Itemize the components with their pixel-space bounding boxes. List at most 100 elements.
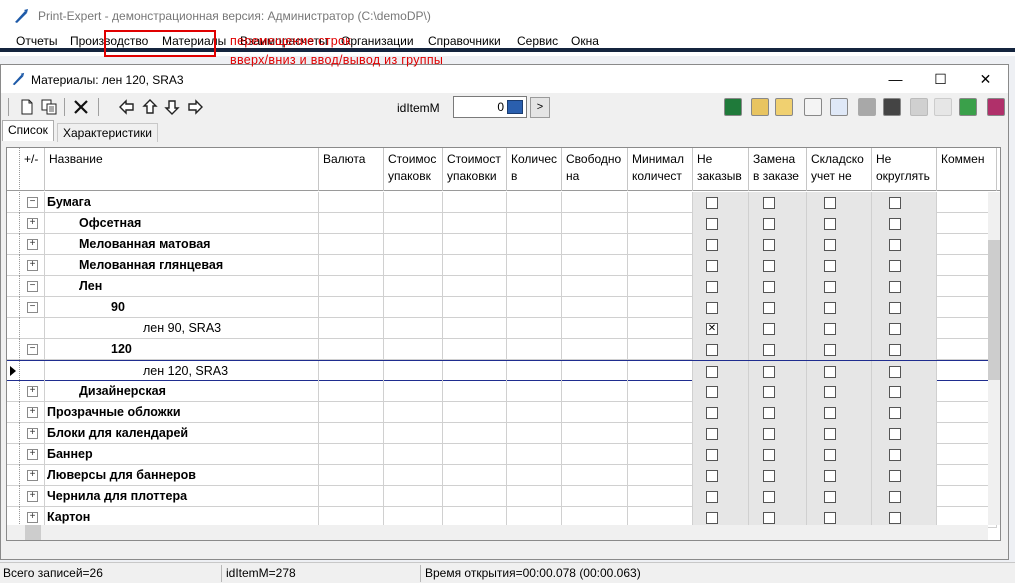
row-checkbox[interactable] <box>706 344 718 356</box>
row-checkbox[interactable] <box>763 366 775 378</box>
new-document-icon[interactable] <box>17 97 37 117</box>
row-checkbox[interactable] <box>763 386 775 398</box>
folder-icon[interactable] <box>775 98 793 116</box>
row-checkbox[interactable] <box>824 386 836 398</box>
col-pack-cost[interactable]: Стоимост упаковки <box>443 148 507 191</box>
col-free[interactable]: Свободно на <box>562 148 628 191</box>
row-checkbox[interactable] <box>824 302 836 314</box>
arrow-left-icon[interactable] <box>117 97 137 117</box>
col-no-round[interactable]: Не округлять <box>872 148 937 191</box>
col-no-order[interactable]: Не заказыв <box>693 148 749 191</box>
col-stock-account[interactable]: Складско учет не <box>807 148 872 191</box>
row-checkbox[interactable] <box>824 407 836 419</box>
row-checkbox[interactable] <box>889 428 901 440</box>
table-row[interactable]: лен 120, SRA3 <box>7 360 997 382</box>
row-checkbox[interactable] <box>706 302 718 314</box>
row-checkbox[interactable] <box>706 197 718 209</box>
table-row[interactable]: + Дизайнерская <box>7 381 997 402</box>
row-checkbox[interactable] <box>706 470 718 482</box>
lightning-icon[interactable] <box>804 98 822 116</box>
row-checkbox[interactable] <box>824 239 836 251</box>
table-row[interactable]: + Офсетная <box>7 213 997 234</box>
row-checkbox[interactable] <box>763 449 775 461</box>
table-row[interactable]: + Прозрачные обложки <box>7 402 997 423</box>
table-row[interactable]: − 120 <box>7 339 997 360</box>
row-checkbox[interactable] <box>706 386 718 398</box>
table-row[interactable]: − 90 <box>7 297 997 318</box>
expand-icon[interactable]: + <box>27 512 38 523</box>
binoculars-icon[interactable] <box>883 98 901 116</box>
refresh-icon[interactable] <box>959 98 977 116</box>
table-row[interactable]: − Бумага <box>7 192 997 213</box>
row-checkbox[interactable] <box>763 491 775 503</box>
expand-icon[interactable]: + <box>27 260 38 271</box>
menu-service[interactable]: Сервис <box>517 34 558 48</box>
minimize-button[interactable]: — <box>873 65 918 93</box>
collapse-icon[interactable]: − <box>27 344 38 355</box>
calculator-icon[interactable] <box>507 100 523 114</box>
row-checkbox[interactable] <box>763 281 775 293</box>
row-checkbox[interactable] <box>824 366 836 378</box>
row-checkbox[interactable] <box>889 302 901 314</box>
horizontal-scroll-thumb[interactable] <box>25 525 41 540</box>
id-go-button[interactable]: > <box>530 97 550 118</box>
col-expand[interactable]: +/- <box>20 148 45 191</box>
col-quantity[interactable]: Количес в <box>507 148 562 191</box>
collapse-icon[interactable]: − <box>27 281 38 292</box>
collapse-icon[interactable]: − <box>27 302 38 313</box>
row-checkbox[interactable]: ✕ <box>706 323 718 335</box>
row-checkbox[interactable] <box>763 260 775 272</box>
table-row[interactable]: + Чернила для плоттера <box>7 486 997 507</box>
row-checkbox[interactable] <box>889 366 901 378</box>
expand-icon[interactable]: + <box>27 407 38 418</box>
menu-reports[interactable]: Отчеты <box>16 34 57 48</box>
table-row[interactable]: − Лен <box>7 276 997 297</box>
row-checkbox[interactable] <box>889 281 901 293</box>
row-checkbox[interactable] <box>763 428 775 440</box>
table-row[interactable]: + Люверсы для баннеров <box>7 465 997 486</box>
expand-icon[interactable]: + <box>27 449 38 460</box>
arrow-down-icon[interactable] <box>162 97 182 117</box>
row-checkbox[interactable] <box>824 281 836 293</box>
horizontal-scrollbar[interactable] <box>7 525 988 540</box>
row-checkbox[interactable] <box>889 260 901 272</box>
open-folder-icon[interactable] <box>751 98 769 116</box>
row-checkbox[interactable] <box>889 218 901 230</box>
table-row[interactable]: + Блоки для календарей <box>7 423 997 444</box>
row-checkbox[interactable] <box>824 344 836 356</box>
row-checkbox[interactable] <box>824 470 836 482</box>
row-checkbox[interactable] <box>706 281 718 293</box>
row-checkbox[interactable] <box>706 218 718 230</box>
row-checkbox[interactable] <box>706 428 718 440</box>
maximize-button[interactable]: ☐ <box>918 65 963 93</box>
vertical-scroll-thumb[interactable] <box>988 240 1000 380</box>
row-checkbox[interactable] <box>889 344 901 356</box>
row-checkbox[interactable] <box>706 239 718 251</box>
close-button[interactable]: ✕ <box>963 65 1008 93</box>
row-checkbox[interactable] <box>889 323 901 335</box>
expand-icon[interactable]: + <box>27 239 38 250</box>
row-checkbox[interactable] <box>889 449 901 461</box>
row-checkbox[interactable] <box>824 449 836 461</box>
arrow-right-icon[interactable] <box>185 97 205 117</box>
row-checkbox[interactable] <box>889 386 901 398</box>
row-checkbox[interactable] <box>824 491 836 503</box>
table-row[interactable]: + Мелованная глянцевая <box>7 255 997 276</box>
row-checkbox[interactable] <box>824 218 836 230</box>
row-checkbox[interactable] <box>706 449 718 461</box>
row-checkbox[interactable] <box>763 512 775 524</box>
row-checkbox[interactable] <box>889 491 901 503</box>
col-comment[interactable]: Коммен <box>937 148 997 191</box>
col-pack-price[interactable]: Стоимос упаковк <box>384 148 443 191</box>
row-checkbox[interactable] <box>763 407 775 419</box>
expand-icon[interactable]: + <box>27 218 38 229</box>
vertical-scrollbar[interactable] <box>988 192 1000 525</box>
menu-windows[interactable]: Окна <box>571 34 599 48</box>
row-checkbox[interactable] <box>763 239 775 251</box>
row-checkbox[interactable] <box>889 512 901 524</box>
row-checkbox[interactable] <box>706 491 718 503</box>
row-checkbox[interactable] <box>706 407 718 419</box>
expand-icon[interactable]: + <box>27 428 38 439</box>
row-checkbox[interactable] <box>706 512 718 524</box>
row-checkbox[interactable] <box>824 260 836 272</box>
